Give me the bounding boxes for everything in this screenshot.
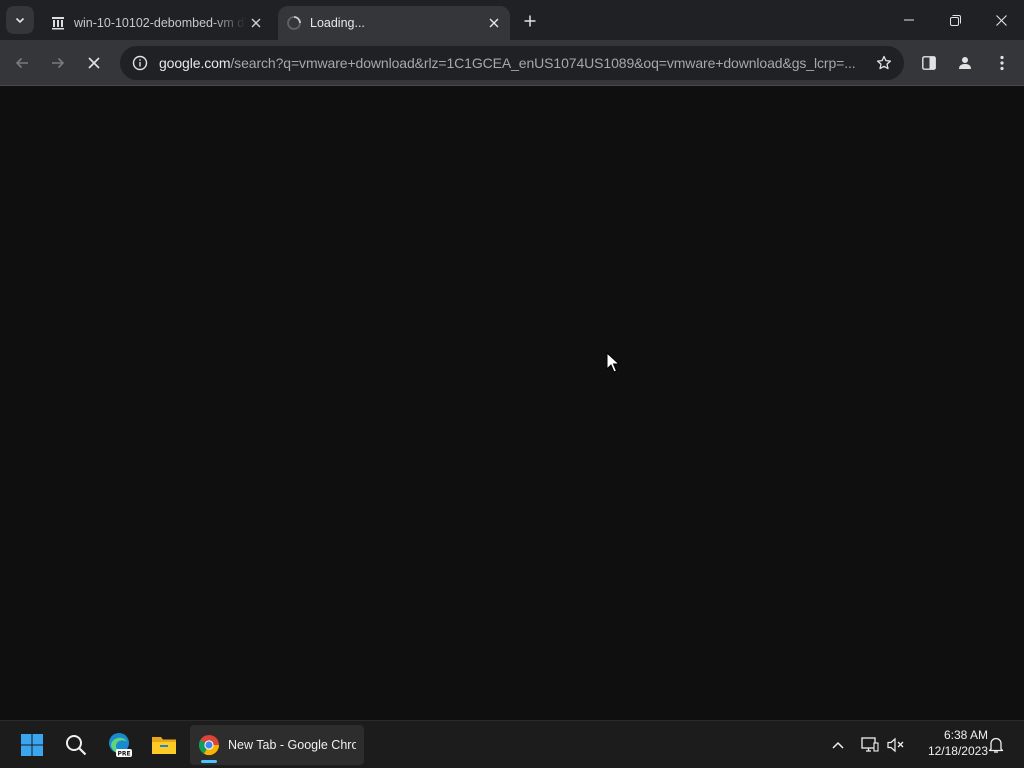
notifications-button[interactable] [982, 729, 1010, 761]
clock-time: 6:38 AM [943, 728, 988, 742]
browser-menu-button[interactable] [986, 47, 1018, 79]
stop-loading-button[interactable] [78, 47, 110, 79]
side-panel-icon [922, 56, 936, 70]
clock-date: 12/18/2023 [927, 744, 988, 758]
file-explorer-icon [152, 737, 176, 754]
tab-title: win-10-10102-debombed-vm di [74, 16, 246, 30]
close-icon [995, 14, 1007, 26]
show-hidden-icons-button[interactable] [824, 729, 852, 761]
start-button[interactable] [12, 725, 52, 765]
close-icon [88, 57, 100, 69]
profile-icon [959, 57, 971, 69]
restore-button[interactable] [932, 0, 978, 40]
file-explorer-button[interactable] [144, 725, 184, 765]
tab-archive[interactable]: win-10-10102-debombed-vm di [42, 6, 272, 40]
edge-preview-button[interactable]: PRE [100, 725, 140, 765]
volume-muted-icon [887, 737, 904, 753]
url-host: google.com [159, 55, 231, 71]
site-info-icon[interactable] [122, 46, 158, 80]
more-vertical-icon [1000, 55, 1004, 71]
arrow-right-icon [52, 57, 65, 69]
edge-preview-icon: PRE [109, 733, 132, 758]
taskbar-search-button[interactable] [56, 725, 96, 765]
taskbar-chrome-app[interactable]: New Tab - Google Chrome [190, 725, 364, 765]
minimize-button[interactable] [886, 0, 932, 40]
forward-button[interactable] [42, 47, 74, 79]
side-panel-button[interactable] [913, 47, 945, 79]
arrow-left-icon [15, 57, 28, 69]
tab-search-button[interactable] [6, 6, 34, 34]
plus-icon [524, 15, 536, 27]
back-button[interactable] [6, 47, 38, 79]
loading-spinner-icon [286, 15, 302, 31]
search-icon [66, 735, 87, 756]
archive-org-icon [50, 15, 66, 31]
browser-toolbar: google.com/search?q=vmware+download&rlz=… [0, 40, 1024, 86]
address-bar[interactable]: google.com/search?q=vmware+download&rlz=… [120, 46, 904, 80]
tab-loading[interactable]: Loading... [278, 6, 510, 40]
profile-button[interactable] [949, 47, 981, 79]
page-content [0, 86, 1024, 720]
close-window-button[interactable] [978, 0, 1024, 40]
new-tab-button[interactable] [518, 9, 542, 33]
close-tab-icon[interactable] [484, 13, 504, 33]
chrome-icon [198, 735, 220, 756]
bookmark-star-icon[interactable] [864, 46, 904, 80]
minimize-icon [904, 19, 914, 21]
taskbar-app-label: New Tab - Google Chrome [228, 738, 356, 752]
url-path: /search?q=vmware+download&rlz=1C1GCEA_en… [230, 55, 856, 71]
volume-button[interactable] [882, 729, 910, 761]
taskbar-clock[interactable]: 6:38 AM 12/18/2023 [912, 727, 988, 763]
active-app-indicator [201, 760, 217, 763]
bell-icon [988, 737, 1004, 753]
mouse-cursor-icon [606, 352, 620, 373]
network-icon [861, 737, 879, 752]
chevron-down-icon [15, 17, 25, 24]
network-status-button[interactable] [856, 729, 884, 761]
chevron-up-icon [832, 741, 844, 749]
close-tab-icon[interactable] [246, 13, 266, 33]
tab-title: Loading... [310, 16, 365, 30]
tab-strip: win-10-10102-debombed-vm di Loading... [0, 0, 1024, 40]
url-text: google.com/search?q=vmware+download&rlz=… [158, 55, 864, 71]
restore-icon [949, 14, 961, 26]
svg-text:PRE: PRE [117, 751, 130, 758]
windows-start-icon [21, 734, 43, 756]
taskbar: PRE New Tab - Google Chrome 6:38 AM 12/1… [0, 720, 1024, 768]
